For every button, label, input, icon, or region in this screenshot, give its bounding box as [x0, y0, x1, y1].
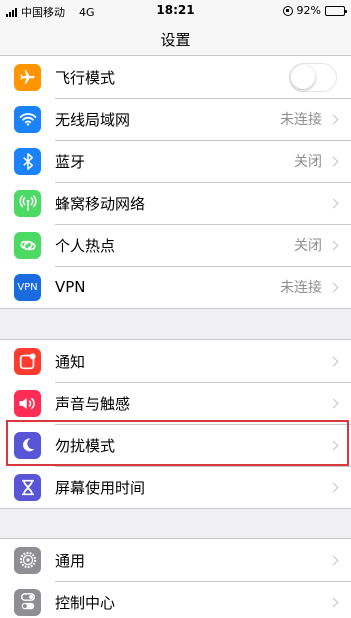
battery-percent: 92% — [296, 4, 321, 17]
settings-row-label: 声音与触感 — [55, 394, 131, 413]
chevron-right-icon — [328, 156, 339, 166]
settings-row[interactable]: 飞行模式 — [0, 56, 351, 98]
hotspot-icon — [14, 231, 41, 259]
moon-icon — [14, 431, 41, 459]
toggle-knob — [291, 64, 315, 89]
settings-row[interactable]: 通用 — [0, 539, 351, 581]
chevron-right-icon — [328, 440, 339, 450]
settings-group-general: 通用 控制中心 — [0, 538, 351, 618]
settings-row[interactable]: 个人热点 关闭 — [0, 224, 351, 266]
settings-row-label: 蜂窝移动网络 — [55, 194, 146, 213]
settings-row[interactable]: 勿扰模式 — [0, 424, 351, 466]
sound-icon — [14, 389, 41, 417]
settings-row-value: 未连接 — [280, 112, 322, 128]
settings-row[interactable]: 控制中心 — [0, 581, 351, 618]
airplane-mode-toggle[interactable] — [289, 62, 337, 92]
settings-row-label: 屏幕使用时间 — [55, 478, 146, 497]
settings-row[interactable]: 声音与触感 — [0, 382, 351, 424]
status-bar: 中国移动 4G 18:21 92% — [0, 0, 351, 22]
settings-row-label: 蓝牙 — [55, 152, 86, 171]
settings-row-value: 关闭 — [294, 154, 322, 170]
settings-row-label: 通知 — [55, 352, 86, 371]
settings-row-value: 关闭 — [294, 238, 322, 254]
hourglass-icon — [14, 473, 41, 501]
chevron-right-icon — [328, 398, 339, 408]
wifi-icon — [14, 105, 41, 133]
settings-row-label: 勿扰模式 — [55, 436, 116, 455]
settings-row-label: 个人热点 — [55, 236, 116, 255]
settings-row[interactable]: 无线局域网 未连接 — [0, 98, 351, 140]
settings-row[interactable]: 蓝牙 关闭 — [0, 140, 351, 182]
settings-row-label: 飞行模式 — [55, 68, 116, 87]
cellular-icon — [14, 189, 41, 217]
airplane-icon — [14, 63, 41, 91]
chevron-right-icon — [328, 555, 339, 565]
page-title: 设置 — [160, 31, 191, 49]
bluetooth-icon — [14, 147, 41, 175]
settings-row-label: 无线局域网 — [55, 110, 131, 129]
battery-icon — [325, 5, 347, 16]
chevron-right-icon — [328, 282, 339, 292]
notifications-icon — [14, 347, 41, 375]
settings-group-notifications: 通知声音与触感勿扰模式屏幕使用时间 — [0, 339, 351, 509]
settings-row[interactable]: VPN VPN 未连接 — [0, 266, 351, 308]
chevron-right-icon — [328, 597, 339, 607]
settings-row-label: VPN — [55, 278, 86, 296]
gear-icon — [14, 546, 41, 574]
settings-row-value: 未连接 — [280, 280, 322, 296]
chevron-right-icon — [328, 482, 339, 492]
status-right: 92% — [282, 4, 347, 17]
settings-row[interactable]: 屏幕使用时间 — [0, 466, 351, 508]
settings-group-connectivity: 飞行模式 无线局域网 未连接 蓝牙 关闭 蜂窝移动网络 个人热点 关闭 VPN VPN 未连接 — [0, 55, 351, 309]
settings-row-label: 通用 — [55, 551, 86, 570]
settings-row[interactable]: 通知 — [0, 340, 351, 382]
chevron-right-icon — [328, 114, 339, 124]
control-center-icon — [14, 588, 41, 616]
chevron-right-icon — [328, 240, 339, 250]
settings-row-label: 控制中心 — [55, 593, 116, 612]
rotation-lock-icon — [282, 5, 293, 16]
settings-row[interactable]: 蜂窝移动网络 — [0, 182, 351, 224]
chevron-right-icon — [328, 198, 339, 208]
chevron-right-icon — [328, 356, 339, 366]
nav-bar: 设置 — [0, 22, 351, 58]
vpn-icon: VPN — [14, 273, 41, 301]
